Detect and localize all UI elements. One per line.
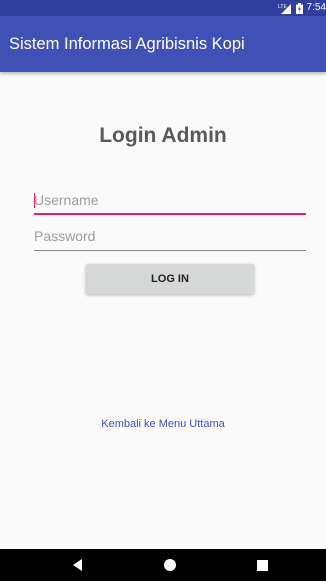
- clock: 7:54: [306, 2, 326, 13]
- page-title: Login Admin: [99, 124, 227, 147]
- login-screen: Login Admin LOG IN Kembali ke Menu Uttam…: [0, 72, 326, 549]
- nav-back-button[interactable]: [57, 549, 97, 581]
- username-input[interactable]: [34, 189, 306, 211]
- back-icon: [72, 559, 82, 571]
- signal-icon: LTE: [278, 3, 292, 14]
- home-icon: [164, 559, 176, 571]
- username-underline: [34, 213, 306, 215]
- recents-icon: [256, 559, 268, 571]
- nav-home-button[interactable]: [150, 549, 190, 581]
- username-field: [34, 189, 306, 215]
- back-to-main-menu-link[interactable]: Kembali ke Menu Uttama: [0, 418, 326, 430]
- password-field: [34, 225, 306, 251]
- status-bar: LTE 7:54: [0, 0, 326, 16]
- battery-icon: [295, 2, 303, 14]
- navigation-bar: [0, 549, 326, 581]
- status-icons: LTE 7:54: [278, 0, 326, 16]
- login-button[interactable]: LOG IN: [86, 264, 254, 294]
- text-cursor: [34, 193, 35, 208]
- password-input[interactable]: [34, 225, 306, 247]
- password-underline: [34, 250, 306, 251]
- app-title: Sistem Informasi Agribisnis Kopi: [9, 35, 245, 53]
- app-bar: Sistem Informasi Agribisnis Kopi: [0, 16, 326, 72]
- nav-recents-button[interactable]: [242, 549, 282, 581]
